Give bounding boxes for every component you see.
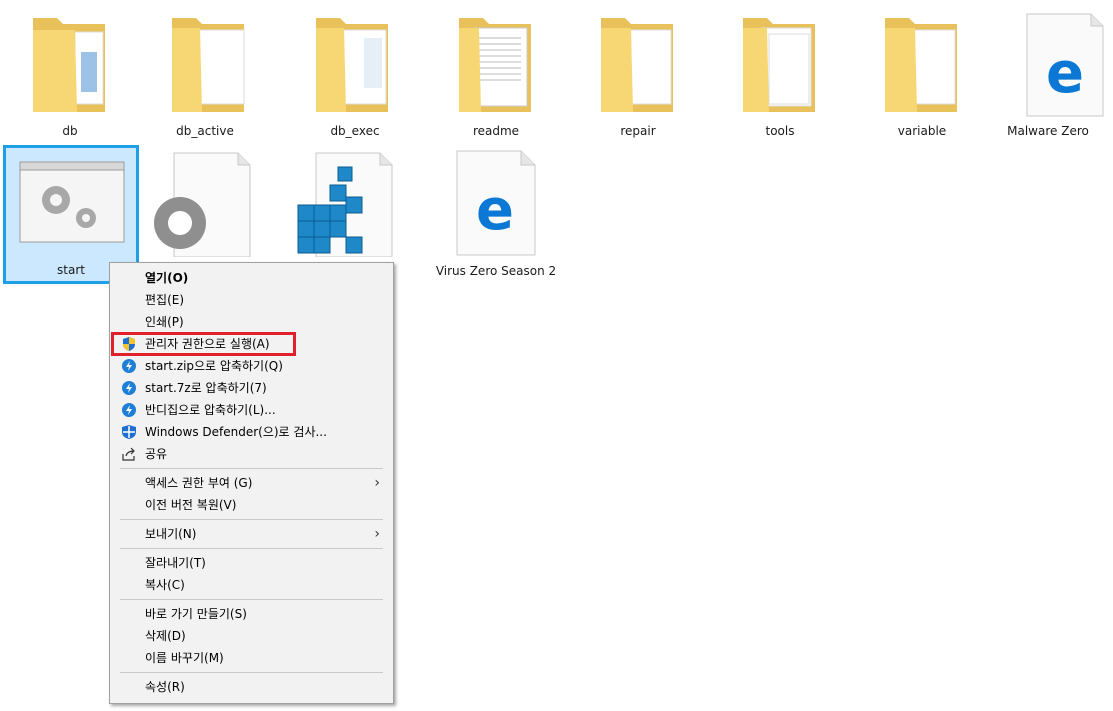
menu-item-open[interactable]: 열기(O) bbox=[111, 267, 392, 289]
menu-separator bbox=[120, 519, 383, 520]
defender-icon bbox=[121, 424, 137, 440]
svg-text:e: e bbox=[1046, 41, 1084, 106]
folder-db-exec[interactable]: db_exec bbox=[290, 12, 420, 152]
folder-icon bbox=[431, 12, 561, 124]
folder-db[interactable]: db bbox=[5, 12, 135, 152]
folder-icon bbox=[140, 12, 270, 124]
file-name: db_exec bbox=[330, 124, 380, 138]
menu-item-cut[interactable]: 잘라내기(T) bbox=[111, 552, 392, 574]
highlight-box bbox=[111, 332, 296, 356]
menu-item-restore-versions[interactable]: 이전 버전 복원(V) bbox=[111, 494, 392, 516]
menu-item-rename[interactable]: 이름 바꾸기(M) bbox=[111, 647, 392, 669]
folder-icon bbox=[573, 12, 703, 124]
menu-item-delete[interactable]: 삭제(D) bbox=[111, 625, 392, 647]
folder-icon bbox=[857, 12, 987, 124]
file-name: repair bbox=[620, 124, 656, 138]
context-menu: 열기(O) 편집(E) 인쇄(P) 관리자 권한으로 실행(A) start.z… bbox=[109, 262, 394, 704]
menu-item-edit[interactable]: 편집(E) bbox=[111, 289, 392, 311]
menu-item-share[interactable]: 공유 bbox=[111, 443, 392, 465]
chevron-right-icon: › bbox=[374, 526, 380, 542]
file-name: variable bbox=[897, 124, 947, 138]
menu-separator bbox=[120, 468, 383, 469]
menu-item-print[interactable]: 인쇄(P) bbox=[111, 311, 392, 333]
edge-document-icon: e bbox=[431, 145, 561, 257]
file-name: Malware Zero bbox=[1007, 124, 1089, 138]
menu-item-send-to[interactable]: 보내기(N) › bbox=[111, 523, 392, 545]
batch-file-icon bbox=[6, 148, 136, 260]
menu-item-7z[interactable]: start.7z로 압축하기(7) bbox=[111, 377, 392, 399]
folder-db-active[interactable]: db_active bbox=[140, 12, 270, 152]
bandizip-icon bbox=[121, 380, 137, 396]
registry-file-icon bbox=[290, 145, 420, 258]
file-malware-zero[interactable]: e Malware Zero bbox=[983, 12, 1113, 152]
share-icon bbox=[121, 446, 137, 462]
menu-item-give-access[interactable]: 액세스 권한 부여 (G) › bbox=[111, 472, 392, 494]
menu-separator bbox=[120, 599, 383, 600]
file-name: tools bbox=[765, 124, 795, 138]
bandizip-icon bbox=[121, 358, 137, 374]
file-name: db bbox=[62, 124, 78, 138]
menu-separator bbox=[120, 672, 383, 673]
folder-icon bbox=[715, 12, 845, 124]
settings-file-icon bbox=[140, 145, 270, 258]
menu-item-create-shortcut[interactable]: 바로 가기 만들기(S) bbox=[111, 603, 392, 625]
folder-tools[interactable]: tools bbox=[715, 12, 845, 152]
menu-item-defender-scan[interactable]: Windows Defender(으)로 검사... bbox=[111, 421, 392, 443]
chevron-right-icon: › bbox=[374, 475, 380, 491]
bandizip-icon bbox=[121, 402, 137, 418]
folder-icon bbox=[290, 12, 420, 124]
edge-document-icon: e bbox=[983, 12, 1113, 124]
menu-item-zip[interactable]: start.zip으로 압축하기(Q) bbox=[111, 355, 392, 377]
menu-item-bandizip[interactable]: 반디집으로 압축하기(L)... bbox=[111, 399, 392, 421]
svg-text:e: e bbox=[476, 178, 514, 243]
folder-repair[interactable]: repair bbox=[573, 12, 703, 152]
folder-readme[interactable]: readme bbox=[431, 12, 561, 152]
file-name: Virus Zero Season 2 bbox=[435, 264, 557, 278]
menu-item-properties[interactable]: 속성(R) bbox=[111, 676, 392, 698]
menu-separator bbox=[120, 548, 383, 549]
file-name: readme bbox=[472, 124, 520, 138]
folder-variable[interactable]: variable bbox=[857, 12, 987, 152]
folder-icon bbox=[5, 12, 135, 124]
file-name: db_active bbox=[176, 124, 234, 138]
menu-item-copy[interactable]: 복사(C) bbox=[111, 574, 392, 596]
file-virus-zero-season-2[interactable]: e Virus Zero Season 2 bbox=[431, 145, 561, 285]
